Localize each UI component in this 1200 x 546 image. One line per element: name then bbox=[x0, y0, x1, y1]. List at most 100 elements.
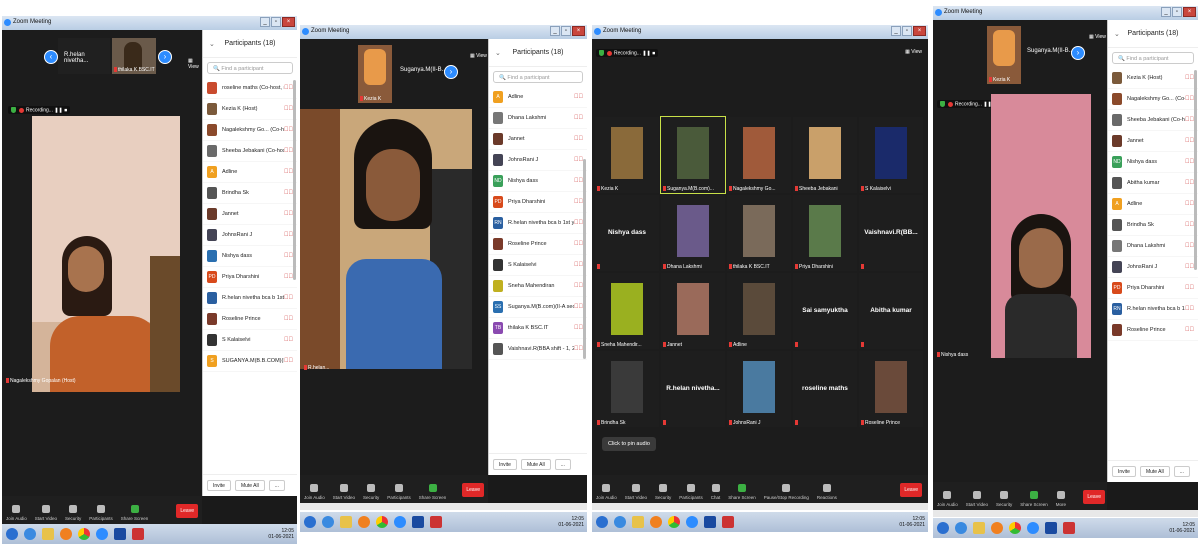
share-screen-button[interactable]: Share Screen bbox=[728, 484, 756, 500]
mute-all-button[interactable]: Mute All bbox=[234, 480, 265, 491]
join-audio-button[interactable]: Join Audio bbox=[937, 491, 958, 507]
gallery-tile[interactable]: Vaishnavi.R(BB... bbox=[859, 195, 923, 271]
mic-muted-icon[interactable]: 🎙⃠ bbox=[1185, 180, 1194, 186]
gallery-tile[interactable]: Brindha Sk bbox=[595, 351, 659, 427]
participant-row[interactable]: ND Nishya dass 🎙⃠ bbox=[1108, 152, 1198, 173]
participant-row[interactable]: roseline maths (Co-host, me)🎙⃠ bbox=[203, 78, 297, 99]
chrome-icon[interactable] bbox=[376, 516, 388, 528]
gallery-tile[interactable]: Adline bbox=[727, 273, 791, 349]
mic-muted-icon[interactable]: 🎙⃠ bbox=[284, 190, 293, 196]
participant-row[interactable]: RN R.helan nivetha bca b 1st yr🎙⃠ bbox=[489, 213, 587, 234]
mic-muted-icon[interactable]: 🎙⃠ bbox=[574, 262, 583, 268]
invite-button[interactable]: Invite bbox=[207, 480, 231, 491]
mic-muted-icon[interactable]: 🎙⃠ bbox=[1185, 285, 1194, 291]
more-options-button[interactable]: ... bbox=[268, 480, 285, 491]
mic-muted-icon[interactable]: 🎙⃠ bbox=[574, 325, 583, 331]
view-button[interactable]: ▦ View bbox=[188, 58, 202, 70]
thumbnail-video[interactable]: thilaka K BSC.IT bbox=[112, 38, 156, 74]
participant-row[interactable]: A Adline 🎙⃠ bbox=[489, 87, 587, 108]
participant-row[interactable]: Nagalekshmy Go... (Co-host)🎙⃠ bbox=[1108, 89, 1198, 110]
participant-row[interactable]: A Adline 🎙⃠ bbox=[1108, 194, 1198, 215]
participant-row[interactable]: Roseline Prince 🎙⃠ bbox=[203, 309, 297, 330]
share-screen-button[interactable]: Share Screen bbox=[419, 484, 446, 500]
mic-muted-icon[interactable]: 🎙⃠ bbox=[284, 358, 293, 364]
gallery-tile[interactable]: Nagalekshmy Go... bbox=[727, 117, 791, 193]
participant-row[interactable]: Kezia K (Host) 🎙⃠ bbox=[1108, 68, 1198, 89]
app-icon[interactable] bbox=[704, 516, 716, 528]
gallery-tile[interactable]: Jannet bbox=[661, 273, 725, 349]
participant-row[interactable]: PD Priya Dharshini 🎙⃠ bbox=[1108, 278, 1198, 299]
minimize-button[interactable]: _ bbox=[550, 26, 560, 36]
mic-muted-icon[interactable]: 🎙⃠ bbox=[1185, 159, 1194, 165]
gallery-tile[interactable]: Dhana Lakshmi bbox=[661, 195, 725, 271]
gallery-tile[interactable]: Kezia K bbox=[595, 117, 659, 193]
mic-muted-icon[interactable]: 🎙⃠ bbox=[1185, 264, 1194, 270]
minimize-button[interactable]: _ bbox=[891, 26, 901, 36]
app-icon[interactable] bbox=[132, 528, 144, 540]
participant-row[interactable]: Brindha Sk 🎙⃠ bbox=[203, 183, 297, 204]
zoom-icon[interactable] bbox=[394, 516, 406, 528]
share-screen-button[interactable]: Share Screen bbox=[121, 505, 148, 521]
participant-row[interactable]: JohnsRani J 🎙⃠ bbox=[1108, 257, 1198, 278]
participant-row[interactable]: Vaishnavi.R(BBA shift - 1, 2nd ye...🎙⃠ bbox=[489, 339, 587, 360]
zoom-icon[interactable] bbox=[96, 528, 108, 540]
join-audio-button[interactable]: Join Audio bbox=[596, 484, 617, 500]
start-button-icon[interactable] bbox=[596, 516, 608, 528]
thumbnail-video[interactable]: Kezia K bbox=[358, 45, 392, 103]
scrollbar[interactable] bbox=[1194, 70, 1197, 270]
ie-icon[interactable] bbox=[955, 522, 967, 534]
mic-muted-icon[interactable]: 🎙⃠ bbox=[284, 337, 293, 343]
gallery-tile[interactable]: roseline maths bbox=[793, 351, 857, 427]
mic-muted-icon[interactable]: 🎙⃠ bbox=[574, 157, 583, 163]
mic-muted-icon[interactable]: 🎙⃠ bbox=[284, 232, 293, 238]
mic-muted-icon[interactable]: 🎙⃠ bbox=[574, 199, 583, 205]
app-icon[interactable] bbox=[430, 516, 442, 528]
ie-icon[interactable] bbox=[322, 516, 334, 528]
mic-muted-icon[interactable]: 🎙⃠ bbox=[574, 115, 583, 121]
participant-row[interactable]: SS Suganya.M(B.com)(II-A sec) 🎙⃠ bbox=[489, 297, 587, 318]
chat-button[interactable]: Chat bbox=[711, 484, 720, 500]
app-icon[interactable] bbox=[412, 516, 424, 528]
participant-row[interactable]: JohnsRani J 🎙⃠ bbox=[489, 150, 587, 171]
start-button-icon[interactable] bbox=[304, 516, 316, 528]
participant-row[interactable]: RN R.helan nivetha bca b 1st yr🎙⃠ bbox=[1108, 299, 1198, 320]
thumbnail-video[interactable]: R.helan nivetha... bbox=[58, 38, 110, 74]
mic-muted-icon[interactable]: 🎙⃠ bbox=[1185, 75, 1194, 81]
maximize-button[interactable]: ▫ bbox=[902, 26, 912, 36]
participant-row[interactable]: Dhana Lakshmi 🎙⃠ bbox=[1108, 236, 1198, 257]
maximize-button[interactable]: ▫ bbox=[1172, 7, 1182, 17]
zoom-icon[interactable] bbox=[686, 516, 698, 528]
mic-muted-icon[interactable]: 🎙⃠ bbox=[1185, 138, 1194, 144]
mic-muted-icon[interactable]: 🎙⃠ bbox=[574, 136, 583, 142]
participant-row[interactable]: Sneha Mahendiran 🎙⃠ bbox=[489, 276, 587, 297]
mic-muted-icon[interactable]: 🎙⃠ bbox=[284, 169, 293, 175]
mic-muted-icon[interactable]: 🎙⃠ bbox=[1185, 222, 1194, 228]
gallery-tile[interactable]: Abitha kumar bbox=[859, 273, 923, 349]
mic-muted-icon[interactable]: 🎙⃠ bbox=[1185, 117, 1194, 123]
folder-icon[interactable] bbox=[632, 516, 644, 528]
mic-muted-icon[interactable]: 🎙⃠ bbox=[574, 304, 583, 310]
mic-muted-icon[interactable]: 🎙⃠ bbox=[284, 316, 293, 322]
app-icon[interactable] bbox=[722, 516, 734, 528]
mic-muted-icon[interactable]: 🎙⃠ bbox=[1185, 243, 1194, 249]
next-page-button[interactable]: › bbox=[1071, 46, 1085, 60]
thumbnail-video[interactable]: Kezia K bbox=[987, 26, 1021, 84]
gallery-tile[interactable]: Sneha Mahendir... bbox=[595, 273, 659, 349]
gallery-tile[interactable]: Nishya dass bbox=[595, 195, 659, 271]
scrollbar[interactable] bbox=[293, 80, 296, 280]
participant-row[interactable]: ND Nishya dass 🎙⃠ bbox=[489, 171, 587, 192]
participant-row[interactable]: Nagalekshmy Go... (Co-host)🎙⃠ bbox=[203, 120, 297, 141]
folder-icon[interactable] bbox=[340, 516, 352, 528]
media-icon[interactable] bbox=[991, 522, 1003, 534]
mic-muted-icon[interactable]: 🎙⃠ bbox=[284, 274, 293, 280]
pause-stop-recording-button[interactable]: Pause/Stop Recording bbox=[764, 484, 809, 500]
participant-row[interactable]: Brindha Sk 🎙⃠ bbox=[1108, 215, 1198, 236]
mic-muted-icon[interactable]: 🎙⃠ bbox=[284, 127, 293, 133]
security-button[interactable]: Security bbox=[65, 505, 81, 521]
join-audio-button[interactable]: Join Audio bbox=[6, 505, 27, 521]
participant-row[interactable]: Sheeba Jebakani (Co-host)🎙⃠ bbox=[1108, 110, 1198, 131]
mic-muted-icon[interactable]: 🎙⃠ bbox=[284, 211, 293, 217]
next-page-button[interactable]: › bbox=[158, 50, 172, 64]
participant-row[interactable]: R.helan nivetha bca b 1st yr 🎙⃠ bbox=[203, 288, 297, 309]
prev-page-button[interactable]: ‹ bbox=[44, 50, 58, 64]
